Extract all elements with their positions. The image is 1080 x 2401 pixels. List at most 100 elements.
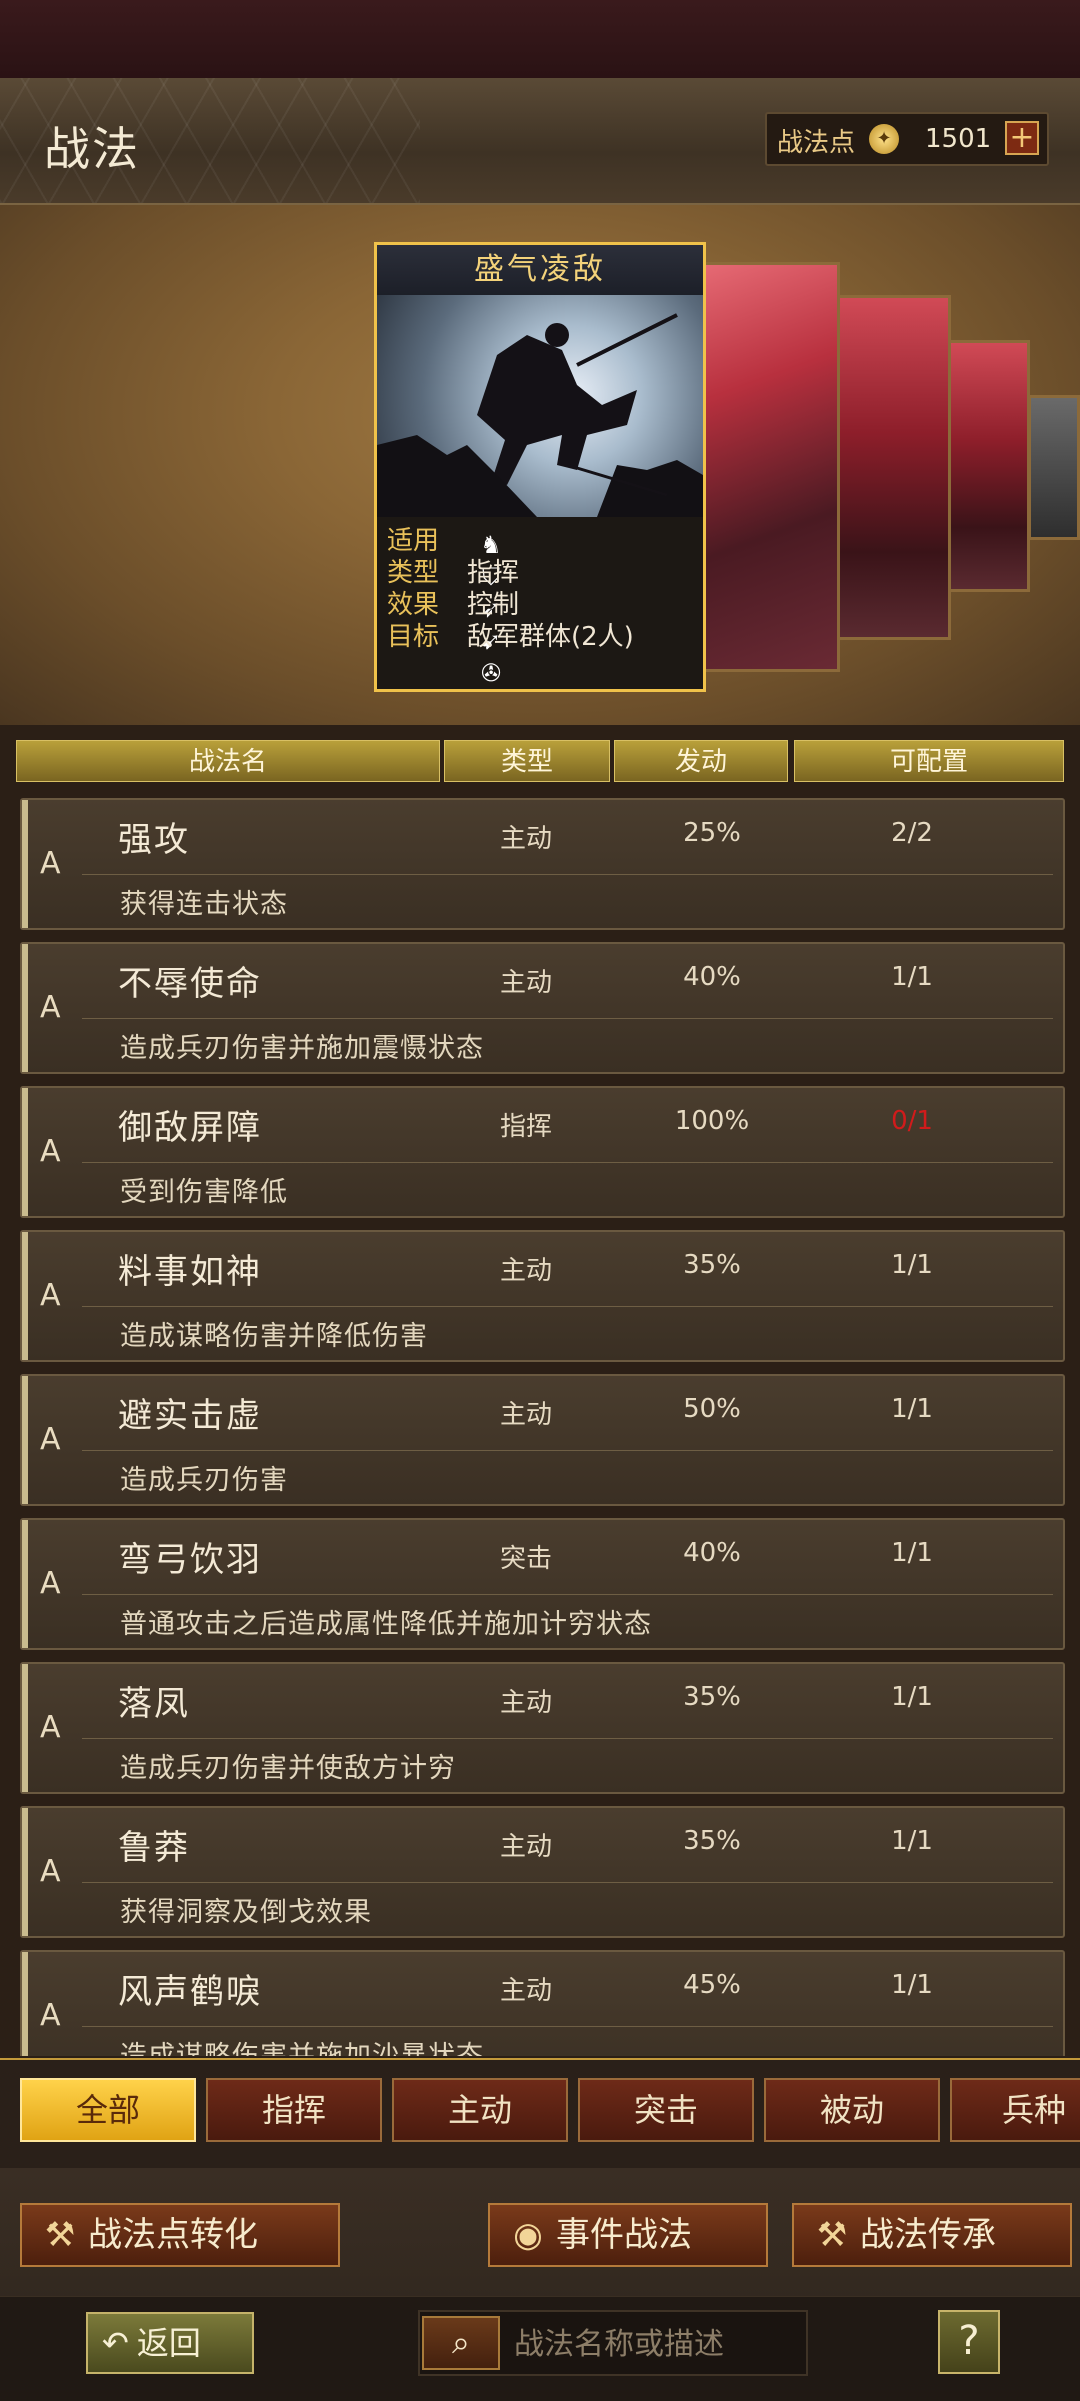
skill-row[interactable]: A 料事如神 主动 35% 1/1 造成谋略伤害并降低伤害 (20, 1230, 1065, 1362)
skill-row[interactable]: A 御敌屏障 指挥 100% 0/1 受到伤害降低 (20, 1086, 1065, 1218)
skill-description: 造成谋略伤害并降低伤害 (120, 1321, 428, 1352)
cavalry-icon: ♞ (480, 531, 502, 559)
info-row-target: 目标 敌军群体(2人) (387, 622, 634, 652)
skill-slots: 1/1 (891, 1394, 933, 1424)
skill-row[interactable]: A 强攻 主动 25% 2/2 获得连击状态 (20, 798, 1065, 930)
skill-slots: 1/1 (891, 1250, 933, 1280)
skill-slots: 1/1 (891, 1826, 933, 1856)
skill-row[interactable]: A 不辱使命 主动 40% 1/1 造成兵刃伤害并施加震慑状态 (20, 942, 1065, 1074)
troop-icons: ♞⛉➶➹✇ (475, 529, 507, 687)
tab-troop[interactable]: 兵种 (950, 2078, 1080, 2142)
skill-slots: 1/1 (891, 1682, 933, 1712)
skill-list[interactable]: A 强攻 主动 25% 2/2 获得连击状态 A 不辱使命 主动 40% 1/1… (20, 798, 1065, 2056)
featured-skill-card[interactable]: 盛气凌敌 适用 ♞⛉➶➹✇ 类型 指挥 效果 控制 目标 敌军群体(2人) (374, 242, 706, 692)
skill-name: 落凤 (118, 1684, 190, 1724)
skill-slots: 0/1 (891, 1106, 933, 1136)
search-input[interactable] (512, 2320, 796, 2368)
skill-type: 主动 (500, 1256, 553, 1286)
skill-name: 鲁莽 (118, 1828, 190, 1868)
column-header-name[interactable]: 战法名 (16, 740, 440, 782)
row-divider (82, 1162, 1053, 1163)
skill-description: 造成谋略伤害并施加沙暴状态 (120, 2034, 484, 2056)
add-points-button[interactable]: + (1005, 121, 1039, 155)
skill-slots: 1/1 (891, 1970, 933, 2000)
row-divider (82, 874, 1053, 875)
row-divider (82, 1306, 1053, 1307)
back-arrow-icon: ↶ (102, 2324, 129, 2362)
skill-rate: 45% (683, 1970, 741, 2000)
skill-description: 普通攻击之后造成属性降低并施加计穷状态 (120, 1609, 652, 1640)
row-divider (82, 1018, 1053, 1019)
skill-card-back[interactable] (836, 295, 951, 640)
column-header-slots[interactable]: 可配置 (794, 740, 1064, 782)
tab-assault[interactable]: 突击 (578, 2078, 754, 2142)
skill-name: 弯弓饮羽 (118, 1540, 262, 1580)
row-divider (82, 1882, 1053, 1883)
column-header-rate[interactable]: 发动 (614, 740, 788, 782)
hammer-icon: ⚒ (44, 2215, 76, 2255)
hammer-icon: ⚒ (816, 2215, 848, 2255)
skill-card-back[interactable] (1028, 395, 1080, 540)
info-row-effect: 效果 控制 (387, 590, 520, 620)
skill-name: 风声鹤唳 (118, 1972, 262, 2012)
skill-points-value: 1501 (925, 124, 992, 154)
skill-grade: A (40, 1710, 61, 1745)
skill-name: 强攻 (118, 820, 190, 860)
row-divider (82, 1594, 1053, 1595)
skill-type: 主动 (500, 968, 553, 998)
skill-grade: A (40, 1854, 61, 1889)
skill-rate: 35% (683, 1250, 741, 1280)
row-divider (82, 1738, 1053, 1739)
skill-grade: A (40, 1998, 61, 2033)
skill-type: 主动 (500, 1400, 553, 1430)
skill-row[interactable]: A 弯弓饮羽 突击 40% 1/1 普通攻击之后造成属性降低并施加计穷状态 (20, 1518, 1065, 1650)
search-icon[interactable]: ⌕ (422, 2316, 500, 2370)
info-row-type: 类型 指挥 (387, 558, 520, 588)
page-title: 战法 (44, 122, 140, 176)
skill-type: 主动 (500, 824, 553, 854)
tab-active[interactable]: 主动 (392, 2078, 568, 2142)
skill-description: 获得连击状态 (120, 889, 288, 920)
skill-name: 不辱使命 (118, 964, 262, 1004)
skill-description: 造成兵刃伤害并施加震慑状态 (120, 1033, 484, 1064)
skill-slots: 1/1 (891, 1538, 933, 1568)
skill-description: 造成兵刃伤害并使敌方计穷 (120, 1753, 456, 1784)
search-box: ⌕ (418, 2310, 808, 2376)
skill-grade: A (40, 990, 61, 1025)
skill-grade: A (40, 1278, 61, 1313)
info-row-apply: 适用 ♞⛉➶➹✇ (387, 525, 502, 687)
skill-row[interactable]: A 避实击虚 主动 50% 1/1 造成兵刃伤害 (20, 1374, 1065, 1506)
coin-icon: ✦ (869, 124, 899, 154)
skill-type: 指挥 (500, 1112, 553, 1142)
skill-rate: 50% (683, 1394, 741, 1424)
skill-type: 主动 (500, 1832, 553, 1862)
skill-type: 主动 (500, 1688, 553, 1718)
skill-card-back[interactable] (700, 262, 840, 672)
back-button[interactable]: ↶ 返回 (86, 2312, 254, 2374)
skill-description: 受到伤害降低 (120, 1177, 288, 1208)
inherit-skill-button[interactable]: ⚒ 战法传承 (792, 2203, 1072, 2267)
column-header-type[interactable]: 类型 (444, 740, 610, 782)
skill-row[interactable]: A 鲁莽 主动 35% 1/1 获得洞察及倒戈效果 (20, 1806, 1065, 1938)
skill-type: 突击 (500, 1544, 553, 1574)
coin-icon: ◉ (513, 2215, 543, 2255)
skill-grade: A (40, 1422, 61, 1457)
chariot-icon: ✇ (480, 659, 502, 687)
skill-row[interactable]: A 落凤 主动 35% 1/1 造成兵刃伤害并使敌方计穷 (20, 1662, 1065, 1794)
skill-slots: 2/2 (891, 818, 933, 848)
rider-silhouette-icon (377, 313, 703, 517)
skill-rate: 40% (683, 962, 741, 992)
tab-command[interactable]: 指挥 (206, 2078, 382, 2142)
skill-name: 避实击虚 (118, 1396, 262, 1436)
skill-rate: 100% (674, 1106, 750, 1136)
skill-row[interactable]: A 风声鹤唳 主动 45% 1/1 造成谋略伤害并施加沙暴状态 (20, 1950, 1065, 2056)
skill-card-back[interactable] (945, 340, 1030, 592)
event-skills-button[interactable]: ◉ 事件战法 (488, 2203, 768, 2267)
skill-description: 获得洞察及倒戈效果 (120, 1897, 372, 1928)
table-header: 战法名 类型 发动 可配置 (16, 740, 1064, 782)
convert-points-button[interactable]: ⚒ 战法点转化 (20, 2203, 340, 2267)
tab-passive[interactable]: 被动 (764, 2078, 940, 2142)
skill-rate: 35% (683, 1826, 741, 1856)
tab-all[interactable]: 全部 (20, 2078, 196, 2142)
help-button[interactable]: ? (938, 2310, 1000, 2374)
